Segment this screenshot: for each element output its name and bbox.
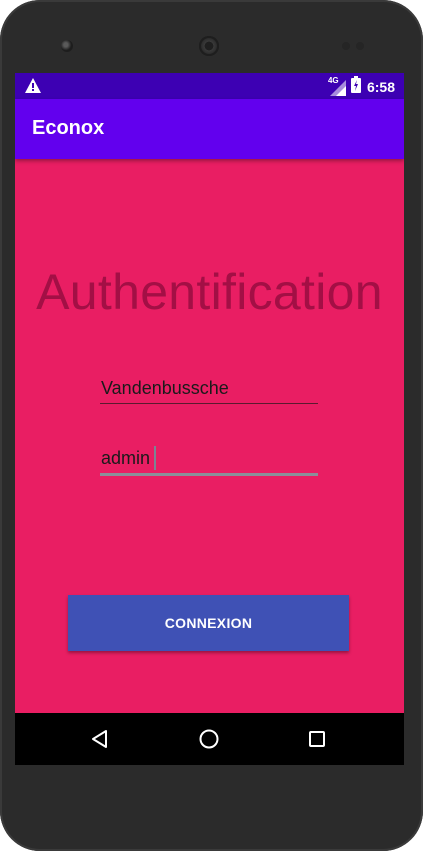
app-bar: Econox [15, 99, 404, 159]
navigation-bar [15, 713, 404, 765]
front-camera [61, 40, 73, 52]
signal-icon: 4G [328, 76, 346, 96]
status-time: 6:58 [366, 78, 395, 95]
earpiece-speaker [199, 36, 219, 56]
password-input[interactable] [100, 445, 318, 471]
warning-icon [25, 78, 41, 97]
status-bar: 4G 6:58 [15, 73, 404, 99]
password-field[interactable] [100, 445, 318, 476]
phone-frame: 4G 6:58 Econox Authentification Vandenbu… [0, 0, 423, 851]
back-button[interactable] [70, 713, 130, 765]
password-underline [100, 473, 318, 476]
home-button[interactable] [179, 713, 239, 765]
connect-button[interactable]: CONNEXION [68, 595, 349, 651]
page-title: Authentification [36, 264, 383, 320]
app-title: Econox [32, 117, 105, 139]
home-circle-icon [199, 729, 219, 749]
back-triangle-icon [92, 730, 107, 748]
status-indicators: 4G 6:58 [328, 76, 395, 97]
battery-icon [350, 76, 361, 97]
recents-button[interactable] [287, 713, 347, 765]
username-input[interactable] [100, 375, 318, 401]
light-sensor [356, 42, 364, 50]
proximity-sensor [342, 42, 350, 50]
screen: 4G 6:58 Econox Authentification Vandenbu… [15, 73, 404, 765]
username-underline [100, 403, 318, 404]
recents-square-icon [309, 731, 325, 747]
login-form: Authentification CONNEXION [15, 159, 404, 713]
text-cursor [154, 446, 156, 470]
username-field[interactable] [100, 375, 318, 404]
